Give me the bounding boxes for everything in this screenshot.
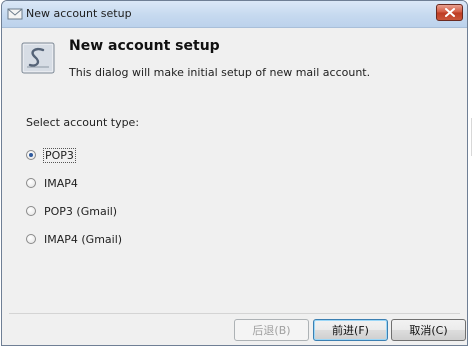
background-edge-line — [471, 118, 472, 156]
cancel-button[interactable]: 取消(C) — [391, 319, 466, 341]
radio-label[interactable]: POP3 (Gmail) — [43, 205, 118, 218]
window-title: New account setup — [26, 7, 132, 20]
header-description: This dialog will make initial setup of n… — [69, 66, 371, 79]
radio-button[interactable] — [26, 206, 36, 216]
radio-pop3[interactable]: POP3 — [26, 147, 76, 163]
radio-button[interactable] — [26, 150, 36, 160]
app-logo-icon — [21, 42, 55, 74]
next-button[interactable]: 前进(F) — [313, 319, 388, 341]
radio-button[interactable] — [26, 178, 36, 188]
radio-imap4[interactable]: IMAP4 — [26, 175, 79, 191]
header-title: New account setup — [69, 38, 220, 54]
new-account-dialog: New account setup New account setup This… — [1, 0, 468, 346]
title-bar[interactable]: New account setup — [2, 1, 467, 28]
radio-pop3-gmail[interactable]: POP3 (Gmail) — [26, 203, 118, 219]
account-type-label: Select account type: — [26, 116, 140, 129]
envelope-icon — [7, 6, 23, 22]
back-button[interactable]: 后退(B) — [234, 319, 309, 341]
radio-button[interactable] — [26, 234, 36, 244]
radio-label[interactable]: IMAP4 (Gmail) — [43, 233, 123, 246]
close-button[interactable] — [436, 4, 463, 21]
close-icon — [445, 8, 455, 17]
radio-imap4-gmail[interactable]: IMAP4 (Gmail) — [26, 231, 123, 247]
footer-divider — [9, 313, 460, 314]
radio-label[interactable]: POP3 — [43, 147, 76, 163]
dialog-header: New account setup This dialog will make … — [2, 28, 467, 96]
radio-label[interactable]: IMAP4 — [43, 177, 79, 190]
